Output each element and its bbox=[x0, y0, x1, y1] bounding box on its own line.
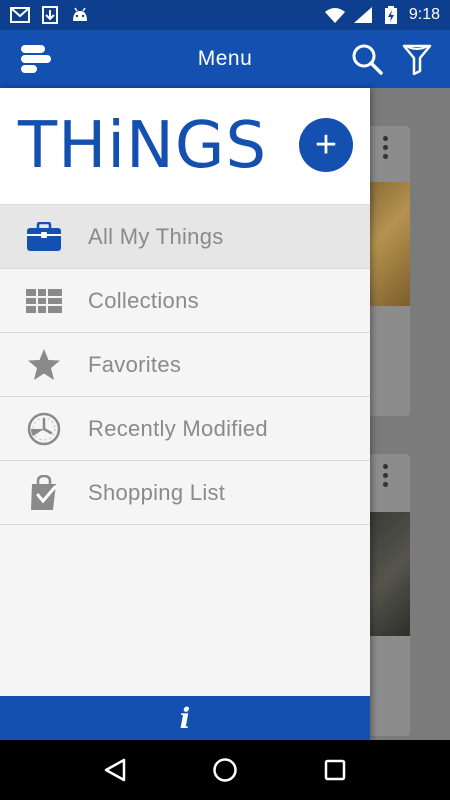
search-icon[interactable] bbox=[348, 40, 386, 78]
menu-item-collections[interactable]: Collections bbox=[0, 269, 370, 333]
shopping-bag-icon bbox=[0, 474, 88, 511]
system-navigation-bar bbox=[0, 740, 450, 800]
background-content bbox=[370, 88, 450, 740]
battery-charging-icon bbox=[381, 6, 401, 24]
filter-icon[interactable] bbox=[398, 40, 436, 78]
briefcase-icon bbox=[0, 221, 88, 252]
drawer-header: THiNGS + bbox=[0, 88, 370, 205]
star-icon bbox=[0, 348, 88, 382]
recents-icon[interactable] bbox=[315, 750, 355, 790]
grid-icon bbox=[0, 288, 88, 313]
app-bar: Menu bbox=[0, 30, 450, 88]
info-button[interactable]: i bbox=[0, 696, 370, 740]
background-card bbox=[370, 126, 410, 416]
status-bar: 9:18 bbox=[0, 0, 450, 30]
menu-item-all-my-things[interactable]: All My Things bbox=[0, 205, 370, 269]
navigation-drawer: THiNGS + All My Things Collections Favor… bbox=[0, 88, 370, 740]
clock-icon bbox=[0, 412, 88, 446]
menu-item-label: Collections bbox=[88, 287, 199, 313]
menu-item-label: All My Things bbox=[88, 223, 224, 249]
status-time: 9:18 bbox=[408, 6, 440, 23]
background-card-image bbox=[370, 182, 410, 306]
menu-item-label: Recently Modified bbox=[88, 415, 268, 441]
menu-item-recently-modified[interactable]: Recently Modified bbox=[0, 397, 370, 461]
overflow-menu-icon bbox=[380, 136, 390, 159]
menu-item-favorites[interactable]: Favorites bbox=[0, 333, 370, 397]
back-icon[interactable] bbox=[95, 750, 135, 790]
info-icon: i bbox=[179, 701, 191, 735]
app-logo: THiNGS bbox=[18, 109, 268, 183]
plus-icon: + bbox=[314, 124, 338, 166]
app-logo-icon[interactable] bbox=[0, 30, 70, 88]
menu-item-shopping-list[interactable]: Shopping List bbox=[0, 461, 370, 525]
gmail-icon bbox=[10, 6, 30, 24]
home-icon[interactable] bbox=[205, 750, 245, 790]
background-card-image bbox=[370, 512, 410, 636]
download-icon bbox=[40, 6, 60, 24]
overflow-menu-icon bbox=[380, 464, 390, 487]
menu-item-label: Shopping List bbox=[88, 479, 226, 505]
background-card bbox=[370, 454, 410, 736]
signal-icon bbox=[353, 6, 373, 24]
android-icon bbox=[70, 6, 90, 24]
wifi-icon bbox=[324, 6, 345, 24]
add-button[interactable]: + bbox=[299, 118, 353, 172]
menu-item-label: Favorites bbox=[88, 351, 182, 377]
